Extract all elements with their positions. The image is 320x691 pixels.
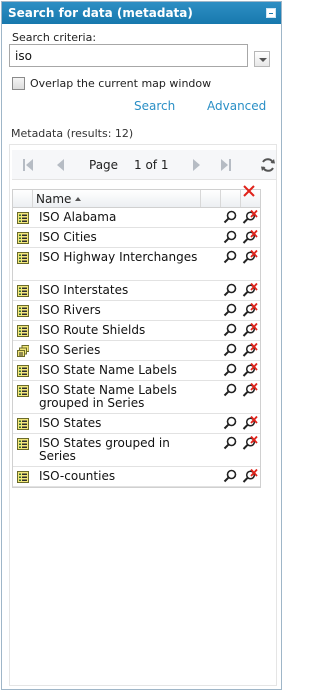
clear-all-icon[interactable] — [242, 184, 256, 198]
zoom-to-icon[interactable] — [223, 250, 237, 264]
row-name[interactable]: ISO Interstates — [39, 284, 199, 297]
row-name[interactable]: ISO States — [39, 417, 199, 430]
remove-from-map-icon[interactable] — [242, 302, 258, 318]
column-divider — [200, 190, 201, 207]
results-count-label: Metadata (results: 12) — [11, 127, 134, 140]
table-row[interactable]: ISO States — [13, 414, 260, 434]
overlap-map-label: Overlap the current map window — [30, 77, 212, 90]
search-criteria-label: Search criteria: — [12, 31, 97, 44]
row-name[interactable]: ISO Route Shields — [39, 324, 199, 337]
results-container: Page 1 of 1 Name ISO Alabama ISO Cities … — [9, 144, 277, 686]
advanced-link[interactable]: Advanced — [207, 99, 266, 113]
previous-page-icon[interactable] — [55, 158, 69, 172]
remove-from-map-icon[interactable] — [242, 342, 258, 358]
zoom-to-icon[interactable] — [223, 323, 237, 337]
remove-from-map-icon[interactable] — [242, 468, 258, 484]
zoom-to-icon[interactable] — [223, 416, 237, 430]
remove-from-map-icon[interactable] — [242, 282, 258, 298]
row-name[interactable]: ISO Alabama — [39, 211, 199, 224]
column-divider — [220, 190, 221, 207]
table-row[interactable]: ISO Route Shields — [13, 321, 260, 341]
sort-ascending-icon — [75, 197, 81, 201]
metadata-doc-icon — [17, 365, 29, 377]
overlap-map-checkbox[interactable] — [12, 77, 25, 90]
table-header: Name — [13, 185, 260, 208]
zoom-to-icon[interactable] — [223, 383, 237, 397]
remove-from-map-icon[interactable] — [242, 382, 258, 398]
row-name[interactable]: ISO-counties — [39, 470, 199, 483]
zoom-to-icon[interactable] — [223, 303, 237, 317]
zoom-to-icon[interactable] — [223, 343, 237, 357]
zoom-to-icon[interactable] — [223, 436, 237, 450]
row-name[interactable]: ISO Rivers — [39, 304, 199, 317]
refresh-icon[interactable] — [260, 157, 276, 173]
zoom-to-icon[interactable] — [223, 230, 237, 244]
remove-from-map-icon[interactable] — [242, 209, 258, 225]
panel-titlebar: Search for data (metadata) — [2, 2, 281, 24]
table-row[interactable]: ISO-counties — [13, 467, 260, 487]
table-row[interactable]: ISO Alabama — [13, 208, 260, 228]
remove-from-map-icon[interactable] — [242, 229, 258, 245]
zoom-to-icon[interactable] — [223, 363, 237, 377]
page-label: Page — [89, 158, 119, 172]
remove-from-map-icon[interactable] — [242, 249, 258, 265]
search-metadata-panel: Search for data (metadata) Search criter… — [1, 1, 282, 690]
page-indicator: 1 of 1 — [134, 158, 169, 172]
results-table: Name ISO Alabama ISO Cities ISO Highway … — [12, 185, 261, 488]
column-divider — [240, 190, 241, 207]
table-row[interactable]: ISO Interstates — [13, 281, 260, 301]
criteria-dropdown-button[interactable] — [254, 51, 270, 67]
search-criteria-input[interactable] — [9, 44, 248, 67]
metadata-doc-icon — [17, 252, 29, 264]
metadata-doc-icon — [17, 285, 29, 297]
panel-title: Search for data (metadata) — [8, 6, 193, 20]
zoom-to-icon[interactable] — [223, 283, 237, 297]
remove-from-map-icon[interactable] — [242, 322, 258, 338]
metadata-doc-icon — [17, 325, 29, 337]
metadata-doc-icon — [17, 438, 29, 450]
first-page-icon[interactable] — [22, 158, 36, 172]
table-row[interactable]: ISO Cities — [13, 228, 260, 248]
row-name[interactable]: ISO State Name Labels — [39, 364, 199, 377]
table-row[interactable]: ISO Rivers — [13, 301, 260, 321]
metadata-doc-icon — [17, 385, 29, 397]
metadata-doc-icon — [17, 305, 29, 317]
metadata-doc-icon — [17, 212, 29, 224]
row-name[interactable]: ISO State Name Labels grouped in Series — [39, 384, 199, 410]
zoom-to-icon[interactable] — [223, 210, 237, 224]
remove-from-map-icon[interactable] — [242, 362, 258, 378]
row-name[interactable]: ISO States grouped in Series — [39, 437, 199, 463]
collapse-icon[interactable] — [266, 8, 276, 18]
last-page-icon[interactable] — [220, 158, 234, 172]
table-row[interactable]: ISO States grouped in Series — [13, 434, 260, 467]
remove-from-map-icon[interactable] — [242, 435, 258, 451]
pager-toolbar: Page 1 of 1 — [12, 150, 276, 180]
metadata-series-icon — [17, 345, 29, 357]
zoom-to-icon[interactable] — [223, 469, 237, 483]
metadata-doc-icon — [17, 232, 29, 244]
table-row[interactable]: ISO Series — [13, 341, 260, 361]
metadata-doc-icon — [17, 471, 29, 483]
row-name[interactable]: ISO Cities — [39, 231, 199, 244]
search-link[interactable]: Search — [134, 99, 175, 113]
column-header-name[interactable]: Name — [36, 192, 71, 206]
table-row[interactable]: ISO State Name Labels — [13, 361, 260, 381]
metadata-doc-icon — [17, 418, 29, 430]
remove-from-map-icon[interactable] — [242, 415, 258, 431]
table-row[interactable]: ISO State Name Labels grouped in Series — [13, 381, 260, 414]
header-icon-column — [13, 190, 33, 207]
row-name[interactable]: ISO Highway Interchanges — [39, 251, 199, 264]
row-name[interactable]: ISO Series — [39, 344, 199, 357]
next-page-icon[interactable] — [190, 158, 204, 172]
table-row[interactable]: ISO Highway Interchanges — [13, 248, 260, 281]
